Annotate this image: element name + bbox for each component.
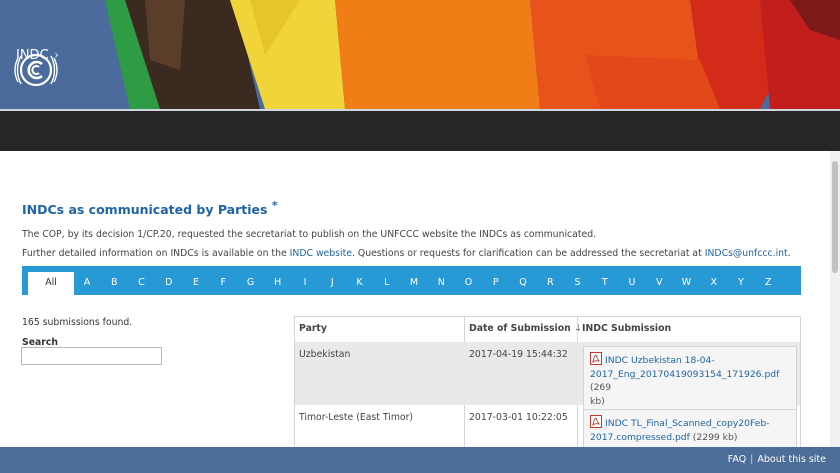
tab-letter-r[interactable]: R — [540, 272, 560, 295]
file-name-line1: INDC TL_Final_Scanned_copy20Feb- — [605, 418, 770, 429]
email-link[interactable]: INDCs@unfccc.int — [705, 248, 788, 259]
brand[interactable]: INDC › — [8, 48, 59, 87]
submission-file: INDC Uzbekistan 18-04- 2017_Eng_201704190… — [583, 346, 797, 413]
tab-letter-w[interactable]: W — [677, 272, 697, 295]
main-content: INDCs as communicated by Parties * The C… — [0, 151, 830, 447]
table-row: Timor-Leste (East Timor) 2017-03-01 10:2… — [295, 405, 800, 447]
search-input[interactable] — [21, 347, 162, 365]
file-size: (269 — [590, 382, 612, 393]
tab-letter-z[interactable]: Z — [758, 272, 778, 295]
submission-file: INDC TL_Final_Scanned_copy20Feb- 2017.com… — [583, 409, 797, 447]
page-title: INDCs as communicated by Parties * — [22, 199, 278, 217]
tab-letter-u[interactable]: U — [622, 272, 642, 295]
info-text-suffix: . — [787, 248, 791, 259]
header-banner: INDC › — [0, 0, 840, 109]
table-row: Uzbekistan 2017-04-19 15:44:32 INDC Uzbe… — [295, 342, 800, 413]
party-cell: Timor-Leste (East Timor) — [299, 412, 414, 423]
file-name-line2: 2017_Eng_20170419093154_171926.pdf — [590, 368, 780, 380]
submissions-table: Party Date of Submission ↓ INDC Submissi… — [294, 316, 801, 447]
file-size: (2299 kb) — [689, 431, 738, 443]
tab-letter-i[interactable]: I — [295, 272, 315, 295]
tab-letter-j[interactable]: J — [322, 272, 342, 295]
tab-letter-b[interactable]: B — [104, 272, 124, 295]
footer-separator: | — [750, 454, 754, 465]
page-title-text: INDCs as communicated by Parties — [22, 202, 268, 218]
tab-letter-c[interactable]: C — [132, 272, 152, 295]
tab-letter-q[interactable]: Q — [513, 272, 533, 295]
tab-letter-f[interactable]: F — [213, 272, 233, 295]
tab-letter-p[interactable]: P — [486, 272, 506, 295]
info-text-middle: . Questions or requests for clarificatio… — [351, 248, 705, 259]
file-name-line2: 2017.compressed.pdf — [590, 431, 690, 443]
tab-letter-k[interactable]: K — [350, 272, 370, 295]
banner-image — [0, 0, 840, 109]
tab-letter-n[interactable]: N — [431, 272, 451, 295]
footer-links: FAQ | About this site — [728, 454, 826, 465]
submission-file-link[interactable]: INDC Uzbekistan 18-04- 2017_Eng_201704190… — [590, 355, 779, 380]
tab-letter-d[interactable]: D — [159, 272, 179, 295]
column-header-date[interactable]: Date of Submission ↓ — [465, 317, 582, 342]
column-header-submission[interactable]: INDC Submission — [578, 317, 798, 342]
tab-letter-s[interactable]: S — [568, 272, 588, 295]
about-link[interactable]: About this site — [757, 454, 826, 465]
tab-letter-a[interactable]: A — [77, 272, 97, 295]
date-cell: 2017-03-01 10:22:05 — [469, 412, 568, 423]
tab-letter-g[interactable]: G — [241, 272, 261, 295]
main-navbar — [0, 111, 840, 151]
page-scrollbar[interactable] — [830, 151, 840, 447]
tab-letter-e[interactable]: E — [186, 272, 206, 295]
tab-letter-y[interactable]: Y — [731, 272, 751, 295]
pdf-icon — [590, 352, 602, 365]
column-header-party[interactable]: Party — [295, 317, 465, 342]
pdf-icon — [590, 415, 602, 428]
results-count: 165 submissions found. — [22, 317, 133, 328]
file-name-line1: INDC Uzbekistan 18-04- — [605, 355, 715, 366]
submission-file-link[interactable]: INDC TL_Final_Scanned_copy20Feb- 2017.com… — [590, 418, 770, 443]
tab-letter-l[interactable]: L — [377, 272, 397, 295]
tab-letter-v[interactable]: V — [649, 272, 669, 295]
tab-letter-t[interactable]: T — [595, 272, 615, 295]
tab-letter-x[interactable]: X — [704, 272, 724, 295]
tab-letter-m[interactable]: M — [404, 272, 424, 295]
intro-text: The COP, by its decision 1/CP.20, reques… — [22, 229, 597, 240]
faq-link[interactable]: FAQ — [728, 454, 746, 465]
info-text-prefix: Further detailed information on INDCs is… — [22, 248, 290, 259]
footnote-mark[interactable]: * — [272, 199, 278, 212]
tab-all[interactable]: All — [28, 272, 74, 295]
indc-website-link[interactable]: INDC website — [290, 248, 352, 259]
tab-letter-o[interactable]: O — [459, 272, 479, 295]
unfccc-logo-icon — [14, 53, 58, 87]
info-text: Further detailed information on INDCs is… — [22, 248, 791, 259]
scrollbar-thumb[interactable] — [832, 161, 838, 273]
party-cell: Uzbekistan — [299, 349, 351, 360]
date-cell: 2017-04-19 15:44:32 — [469, 349, 568, 360]
tab-letter-h[interactable]: H — [268, 272, 288, 295]
alphabet-filter: All ABCDEFGHIJKLMNOPQRSTUVWXYZ — [22, 266, 801, 295]
footer: FAQ | About this site — [0, 447, 840, 473]
column-header-date-label: Date of Submission — [469, 323, 571, 334]
